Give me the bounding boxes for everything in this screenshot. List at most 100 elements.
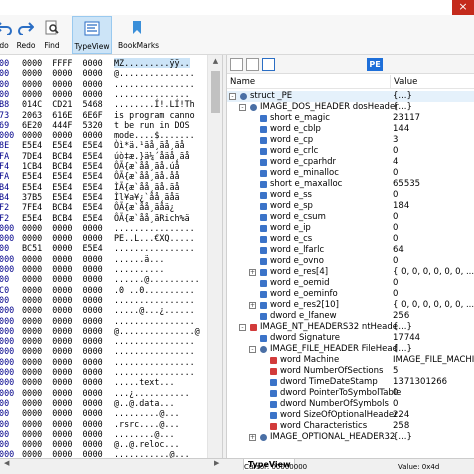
scroll-left-icon[interactable]: ◀ <box>4 459 9 467</box>
tree-row[interactable]: word SizeOfOptionalHeader 224 <box>227 410 474 421</box>
hex-offset[interactable]: 000 <box>0 419 9 429</box>
tree-row[interactable]: word Characteristics 258 <box>227 421 474 432</box>
hex-ascii[interactable]: .0 ..0.......... <box>114 285 195 295</box>
hex-offset[interactable]: 0000 <box>0 254 14 264</box>
hex-ascii[interactable]: ÔÃ{æ`åå¸ãå.úå <box>114 161 180 171</box>
scroll-right-icon[interactable]: ▶ <box>214 459 219 467</box>
tree-row[interactable]: dword e_lfanew 256 <box>227 311 474 322</box>
hex-offset[interactable]: EFA <box>0 171 9 181</box>
hex-offset[interactable]: 0000 <box>0 357 14 367</box>
hex-offset[interactable]: EFA <box>0 151 9 161</box>
hex-offset[interactable]: 000 <box>0 274 9 284</box>
hex-bytes[interactable]: 0000 0000 0000 <box>22 68 103 78</box>
hex-offset[interactable]: E8E <box>0 140 9 150</box>
hex-ascii[interactable]: .........@... <box>114 408 180 418</box>
tree-row[interactable]: + word e_res[4] { 0, 0, 0, 0, 0, 0, ... <box>227 267 474 278</box>
hex-offset[interactable]: EF4 <box>0 161 9 171</box>
hex-ascii[interactable]: ÔÃ{æ`åå¸ãåä¿ <box>114 202 175 212</box>
hex-ascii[interactable]: .....text... <box>114 377 175 387</box>
hex-bytes[interactable]: 0000 0000 0000 <box>22 408 103 418</box>
hex-ascii[interactable]: @..@.reloc... <box>114 439 180 449</box>
tree-row[interactable]: dword TimeDateStamp 1371301266 <box>227 377 474 388</box>
hex-bytes[interactable]: 37B5 E5E4 E5E4 <box>22 192 103 202</box>
hex-bytes[interactable]: 0000 0000 0000 <box>22 419 103 429</box>
tree-row[interactable]: word e_minalloc 0 <box>227 168 474 179</box>
tree-row[interactable]: - IMAGE_FILE_HEADER FileHead {...} <box>227 344 474 355</box>
hex-offset[interactable]: 400 <box>0 58 9 68</box>
tree-row[interactable]: word e_crlc 0 <box>227 146 474 157</box>
close-button[interactable]: × <box>452 0 474 15</box>
hex-bytes[interactable]: 0000 0000 0000 <box>22 274 103 284</box>
tree-row[interactable]: - struct _PE {...} <box>227 91 474 102</box>
hex-offset[interactable]: AC0 <box>0 285 9 295</box>
hex-ascii[interactable]: PE..L...€XQ..... <box>114 233 195 243</box>
hex-ascii[interactable]: ........@... <box>114 429 175 439</box>
hex-ascii[interactable]: ................ <box>114 79 195 89</box>
hex-ascii[interactable]: ................ <box>114 243 195 253</box>
hex-bytes[interactable]: 7FE4 BCB4 E5E4 <box>22 202 103 212</box>
hex-bytes[interactable]: BC51 0000 E5E4 <box>22 243 103 253</box>
hex-bytes[interactable]: 0000 0000 0000 <box>22 285 103 295</box>
column-value-header[interactable]: Value <box>394 77 417 87</box>
hex-bytes[interactable]: 0000 0000 0000 <box>22 130 103 140</box>
tree-row[interactable]: word e_oeminfo 0 <box>227 289 474 300</box>
hex-offset[interactable]: 000 <box>0 439 9 449</box>
hex-bytes[interactable]: 0000 0000 0000 <box>22 79 103 89</box>
tree-row[interactable]: word e_ip 0 <box>227 223 474 234</box>
collapse-node-icon[interactable]: - <box>239 324 246 331</box>
tree-row[interactable]: word e_lfarlc 64 <box>227 245 474 256</box>
hex-offset[interactable]: 0000 <box>0 367 14 377</box>
bookmarks-button[interactable]: BookMarks <box>118 16 159 54</box>
hex-offset[interactable]: 0000 <box>0 346 14 356</box>
hex-bytes[interactable]: 0000 0000 0000 <box>22 336 103 346</box>
hex-offset[interactable]: 0000 <box>0 388 14 398</box>
collapse-node-icon[interactable]: - <box>249 346 256 353</box>
hex-bytes[interactable]: 0000 0000 0000 <box>22 377 103 387</box>
hex-bytes[interactable]: E5E4 BCB4 E5E4 <box>22 213 103 223</box>
hex-offset[interactable]: F73 <box>0 110 9 120</box>
hex-offset[interactable]: 069 <box>0 120 9 130</box>
hex-bytes[interactable]: 0000 0000 0000 <box>22 367 103 377</box>
hex-offset[interactable]: 0000 <box>0 305 14 315</box>
hex-ascii[interactable]: @............... <box>114 68 195 78</box>
hex-offset[interactable]: 000 <box>0 79 9 89</box>
hex-bytes[interactable]: 0000 0000 0000 <box>22 305 103 315</box>
tree-row[interactable]: word e_sp 184 <box>227 201 474 212</box>
hex-offset[interactable]: 0000 <box>0 449 14 458</box>
hex-ascii[interactable]: .rsrc....@... <box>114 419 180 429</box>
hex-ascii[interactable]: ÔÃ{æ`åå¸ãå.åå <box>114 171 180 181</box>
hex-ascii[interactable]: ................ <box>114 295 195 305</box>
hex-bytes[interactable]: 6E20 444F 5320 <box>22 120 103 130</box>
hex-offset[interactable]: 1B8 <box>0 99 9 109</box>
hex-offset[interactable]: EF2 <box>0 202 9 212</box>
tree-row[interactable]: dword NumberOfSymbols 0 <box>227 399 474 410</box>
tree-row[interactable]: word e_ss 0 <box>227 190 474 201</box>
tree-row[interactable]: + IMAGE_OPTIONAL_HEADER32 {...} <box>227 432 474 443</box>
hex-bytes[interactable]: 0000 0000 0000 <box>22 346 103 356</box>
tree-row[interactable]: word e_csum 0 <box>227 212 474 223</box>
redo-button[interactable]: Redo <box>14 16 38 54</box>
hex-bytes[interactable]: 0000 0000 0000 <box>22 233 103 243</box>
column-name-header[interactable]: Name <box>230 77 255 87</box>
tree-row[interactable]: word e_cblp 144 <box>227 124 474 135</box>
hex-bytes[interactable]: 0000 0000 0000 <box>22 223 103 233</box>
pe-template-badge[interactable]: PE <box>367 58 383 71</box>
scroll-up-icon[interactable]: ▲ <box>208 57 223 69</box>
hex-offset[interactable]: 0000 <box>0 377 14 387</box>
hex-ascii[interactable]: mode....$....... <box>114 130 195 140</box>
hex-offset[interactable]: 0000 <box>0 336 14 346</box>
tree-row[interactable]: - IMAGE_NT_HEADERS32 ntHeade {...} <box>227 322 474 333</box>
tree-row[interactable]: word NumberOfSections 5 <box>227 366 474 377</box>
collapse-icon[interactable] <box>230 58 243 71</box>
hex-offset[interactable]: 000 <box>0 398 9 408</box>
hex-ascii[interactable]: .......... <box>114 264 164 274</box>
hex-ascii[interactable]: @..@.data... <box>114 398 175 408</box>
hex-offset[interactable]: 0000 <box>0 223 14 233</box>
hex-offset[interactable]: 000 <box>0 295 9 305</box>
hex-ascii[interactable]: @...............@ <box>114 326 200 336</box>
hex-offset[interactable]: 000 <box>0 243 9 253</box>
hex-ascii[interactable]: ...¿........... <box>114 388 190 398</box>
hex-bytes[interactable]: 0000 0000 0000 <box>22 316 103 326</box>
expand-node-icon[interactable]: + <box>249 269 256 276</box>
hex-offset[interactable]: 8B4 <box>0 192 9 202</box>
